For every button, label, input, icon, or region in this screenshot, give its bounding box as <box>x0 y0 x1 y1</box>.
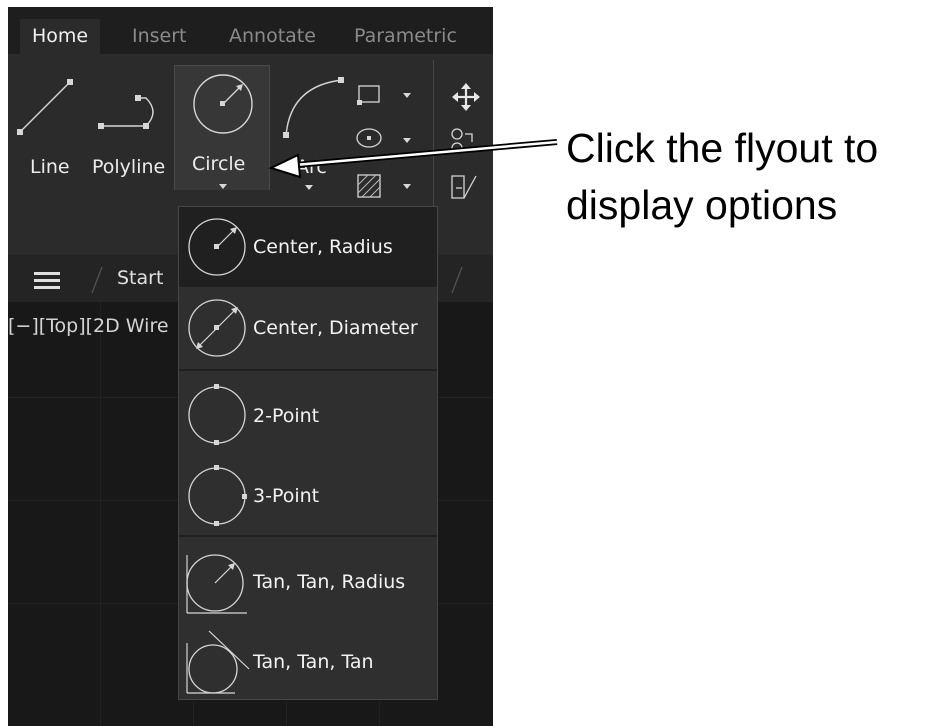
callout-arrow <box>268 139 558 179</box>
callout-line-2: display options <box>566 182 838 228</box>
callout-text: Click the flyout to display options <box>566 120 878 234</box>
callout-line-1: Click the flyout to <box>566 125 879 171</box>
